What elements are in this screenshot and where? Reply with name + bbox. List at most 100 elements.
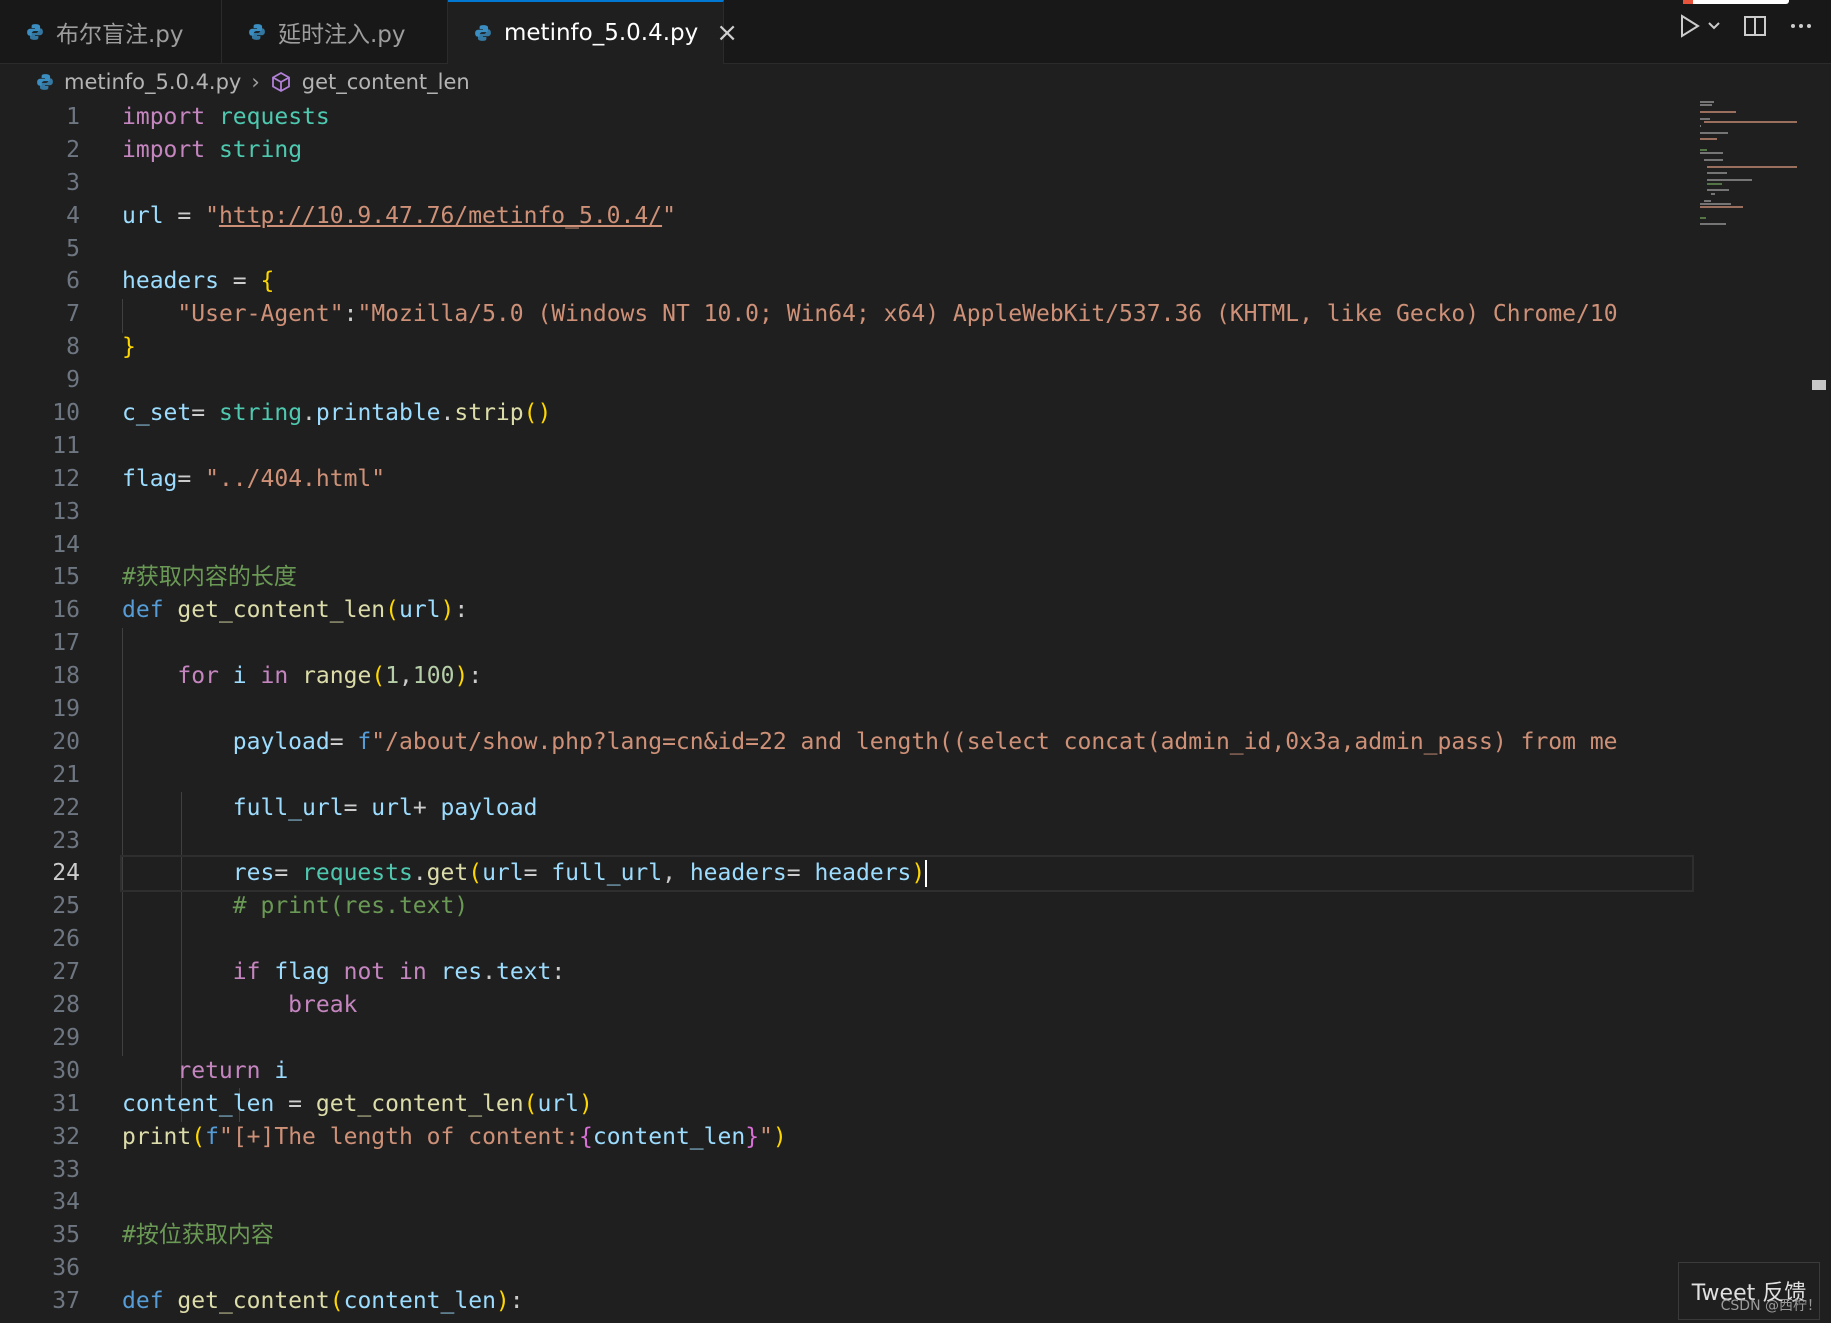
tab-bool-blind[interactable]: 布尔盲注.py	[0, 0, 222, 63]
line-number: 5	[66, 235, 80, 262]
line-number: 17	[52, 630, 80, 657]
code-line[interactable]: }	[122, 331, 1692, 364]
code-line[interactable]	[122, 364, 1692, 397]
code-line-current[interactable]: res= requests.get(url= full_url, headers…	[120, 855, 1694, 893]
code-line[interactable]	[122, 923, 1692, 956]
line-number: 29	[52, 1024, 80, 1051]
code-line[interactable]: headers = {	[122, 265, 1692, 298]
code-line[interactable]	[122, 759, 1692, 792]
minimap-line	[1703, 199, 1711, 202]
minimap-line	[1700, 223, 1727, 226]
line-number: 27	[52, 959, 80, 986]
line-number: 28	[52, 992, 80, 1019]
line-number: 11	[52, 432, 80, 459]
code-line[interactable]	[122, 825, 1692, 858]
line-number: 25	[52, 893, 80, 920]
code-line[interactable]	[122, 1154, 1692, 1187]
code-line[interactable]: c_set= string.printable.strip()	[122, 397, 1692, 430]
code-line[interactable]	[122, 1022, 1692, 1055]
chevron-right-icon: ›	[251, 70, 260, 94]
code-line[interactable]	[122, 693, 1692, 726]
tab-time-injection[interactable]: 延时注入.py	[222, 0, 448, 63]
line-number: 13	[52, 498, 80, 525]
code-line[interactable]: full_url= url+ payload	[122, 792, 1692, 825]
code-line[interactable]	[122, 430, 1692, 463]
code-line[interactable]: return i	[122, 1055, 1692, 1088]
play-icon[interactable]	[1679, 14, 1721, 38]
line-number: 3	[66, 169, 80, 196]
minimap-line	[1703, 158, 1724, 161]
line-number: 21	[52, 761, 80, 788]
minimap-line	[1700, 124, 1701, 127]
line-number: 26	[52, 926, 80, 953]
python-file-icon	[26, 23, 44, 41]
line-number: 34	[52, 1189, 80, 1216]
minimap[interactable]	[1700, 101, 1810, 241]
code-line[interactable]: for i in range(1,100):	[122, 660, 1692, 693]
code-line[interactable]: if flag not in res.text:	[122, 956, 1692, 989]
split-editor-icon[interactable]	[1743, 14, 1767, 38]
method-cube-icon	[270, 71, 292, 93]
code-line[interactable]: # print(res.text)	[122, 890, 1692, 923]
code-line[interactable]: import requests	[122, 101, 1692, 134]
chevron-down-icon	[1708, 22, 1720, 30]
code-line[interactable]	[122, 496, 1692, 529]
code-line[interactable]: def get_content_len(url):	[122, 594, 1692, 627]
line-number: 24	[52, 860, 80, 887]
breadcrumb-file[interactable]: metinfo_5.0.4.py	[64, 70, 241, 94]
line-number: 8	[66, 334, 80, 361]
minimap-line	[1700, 138, 1718, 141]
tab-label: metinfo_5.0.4.py	[504, 20, 699, 46]
minimap-line	[1707, 172, 1727, 175]
line-number: 7	[66, 301, 80, 328]
tab-label: 布尔盲注.py	[56, 21, 184, 48]
breadcrumb-symbol[interactable]: get_content_len	[302, 70, 470, 94]
code-line[interactable]	[122, 627, 1692, 660]
tab-metinfo[interactable]: metinfo_5.0.4.py ×	[448, 0, 738, 64]
code-editor[interactable]: 1 2 3 4 5 6 7 8 9 10 11 12 13 14 15 16 17 18 19 20 21 22 23 24 2…	[0, 101, 1700, 1323]
code-line[interactable]: def get_content(content_len):	[122, 1285, 1692, 1318]
code-line[interactable]: content_len = get_content_len(url)	[122, 1088, 1692, 1121]
line-number: 23	[52, 827, 80, 854]
tab-label: 延时注入.py	[278, 21, 406, 48]
minimap-line	[1700, 118, 1710, 120]
code-lines[interactable]: import requests import string url = "http:…	[120, 101, 1694, 1318]
python-file-icon	[248, 23, 266, 41]
python-file-icon	[474, 24, 492, 42]
code-line[interactable]: print(f"[+]The length of content:{conten…	[122, 1121, 1692, 1154]
code-line[interactable]	[122, 233, 1692, 266]
code-line[interactable]	[122, 1252, 1692, 1285]
minimap-line	[1707, 165, 1798, 168]
line-number: 15	[52, 564, 80, 591]
code-line[interactable]: payload= f"/about/show.php?lang=cn&id=22…	[122, 726, 1692, 759]
minimap-line	[1700, 104, 1712, 107]
code-line[interactable]	[122, 1186, 1692, 1219]
line-number: 31	[52, 1090, 80, 1117]
code-line[interactable]: import string	[122, 134, 1692, 167]
editor-tab-bar: 布尔盲注.py 延时注入.py metinfo_5.0.4.py ×	[0, 0, 1831, 64]
code-line[interactable]: flag= "../404.html"	[122, 463, 1692, 496]
code-line[interactable]	[122, 167, 1692, 200]
line-number: 33	[52, 1156, 80, 1183]
code-line[interactable]: #获取内容的长度	[122, 561, 1692, 594]
minimap-line	[1700, 152, 1723, 154]
ellipsis-icon[interactable]	[1789, 14, 1813, 38]
minimap-line	[1700, 206, 1744, 209]
close-icon[interactable]: ×	[716, 20, 738, 46]
code-line[interactable]: #按位获取内容	[122, 1219, 1692, 1252]
code-line[interactable]: "User-Agent":"Mozilla/5.0 (Windows NT 10…	[122, 298, 1692, 331]
line-number: 4	[66, 202, 80, 229]
line-number: 37	[52, 1288, 80, 1315]
line-number: 30	[52, 1057, 80, 1084]
code-line[interactable]: url = "http://10.9.47.76/metinfo_5.0.4/"	[122, 200, 1692, 233]
scrollbar-thumb[interactable]	[1812, 380, 1826, 390]
line-number: 19	[52, 696, 80, 723]
line-number: 36	[52, 1255, 80, 1282]
minimap-line	[1700, 216, 1707, 219]
code-line[interactable]: break	[122, 989, 1692, 1022]
minimap-line	[1700, 148, 1708, 151]
window-indicator	[1689, 0, 1789, 4]
code-line[interactable]	[122, 529, 1692, 562]
text-cursor	[925, 860, 928, 888]
minimap-line	[1700, 111, 1736, 114]
